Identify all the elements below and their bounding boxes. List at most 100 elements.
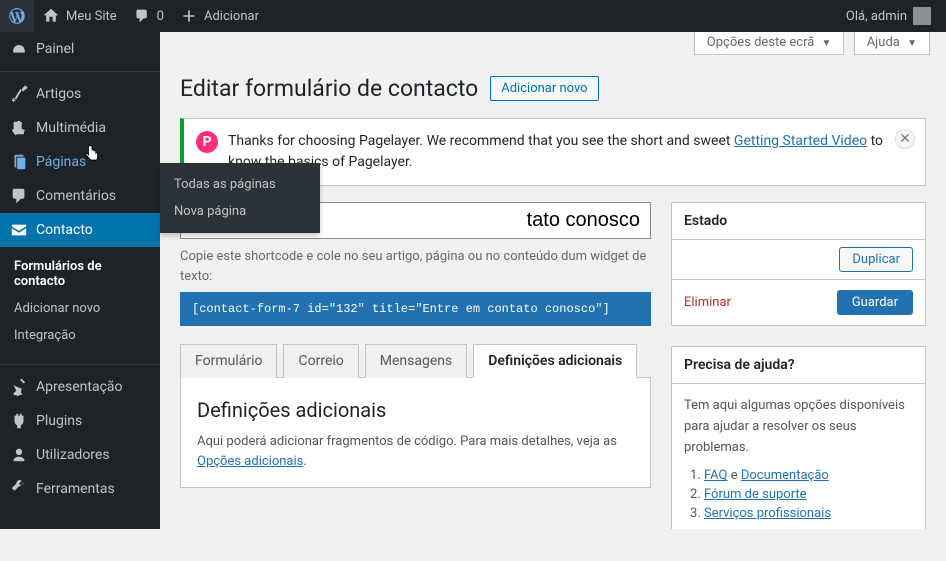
notice-text: Thanks for choosing Pagelayer. We recomm… [228,131,885,173]
comments-link[interactable]: 0 [125,0,172,32]
menu-users[interactable]: Utilizadores [0,438,160,472]
add-new-button[interactable]: Adicionar novo [490,76,598,101]
help-services-link[interactable]: Serviços profissionais [704,506,831,521]
wp-logo-button[interactable] [0,0,34,32]
status-footer: Eliminar Guardar [672,279,925,325]
help-box: Precisa de ajuda? Tem aqui algumas opçõe… [671,346,926,529]
plus-icon [180,7,198,25]
duplicate-button[interactable]: Duplicar [839,247,913,272]
main-content: Opções deste ecrã ▼ Ajuda ▼ Editar formu… [160,32,946,529]
admin-top-bar: Meu Site 0 Adicionar Olá, admin [0,0,946,32]
status-box: Estado Duplicar Eliminar Guardar [671,202,926,326]
tab-additional[interactable]: Definições adicionais [473,344,637,378]
appearance-icon [10,378,28,396]
help-links-list: FAQ e Documentação Fórum de suporte Serv… [684,468,913,521]
menu-posts[interactable]: Artigos [0,77,160,111]
comments-icon [10,187,28,205]
screen-meta: Opções deste ecrã ▼ Ajuda ▼ [160,32,946,55]
admin-sidebar: Painel Artigos Multimédia Páginas Coment… [0,32,160,529]
tools-icon [10,480,28,498]
flyout-all-pages[interactable]: Todas as páginas [160,171,320,198]
dismiss-button[interactable]: ✕ [895,129,915,149]
site-home-link[interactable]: Meu Site [34,0,125,32]
panel-heading: Definições adicionais [197,398,634,422]
side-column: Estado Duplicar Eliminar Guardar Precisa… [671,202,926,529]
menu-label: Apresentação [36,379,123,395]
panel-text: Aqui poderá adicionar fragmentos de códi… [197,432,634,471]
chevron-down-icon: ▼ [822,38,832,49]
screen-options-button[interactable]: Opções deste ecrã ▼ [694,32,845,55]
menu-media[interactable]: Multimédia [0,111,160,145]
contacto-submenu: Formulários de contacto Adicionar novo I… [0,247,160,359]
notice-text-before: Thanks for choosing Pagelayer. We recomm… [228,133,734,149]
help-body: Tem aqui algumas opções disponíveis para… [672,384,925,529]
shortcode-display[interactable]: [contact-form-7 id="132" title="Entre em… [180,292,651,326]
pages-icon [10,153,28,171]
help-docs-link[interactable]: Documentação [741,468,829,483]
help-item: Serviços profissionais [704,506,913,521]
pagelayer-logo-icon: P [196,131,218,153]
menu-label: Comentários [36,188,116,204]
menu-separator [0,71,160,72]
page-title: Editar formulário de contacto [180,75,478,102]
help-item: FAQ e Documentação [704,468,913,483]
menu-tools[interactable]: Ferramentas [0,472,160,506]
columns: Copie este shortcode e cole no seu artig… [180,202,926,529]
submenu-add[interactable]: Adicionar novo [0,295,160,322]
menu-label: Artigos [36,86,81,102]
menu-label: Contacto [36,222,93,238]
mail-icon [10,221,28,239]
tab-panel: Definições adicionais Aqui poderá adicio… [180,378,651,488]
plugins-icon [10,412,28,430]
add-new-label: Adicionar [204,9,259,24]
menu-label: Utilizadores [36,447,110,463]
page-title-row: Editar formulário de contacto Adicionar … [180,75,926,102]
submenu-integration[interactable]: Integração [0,322,160,349]
menu-dashboard[interactable]: Painel [0,32,160,66]
help-title: Precisa de ajuda? [672,347,925,384]
panel-text-before: Aqui poderá adicionar fragmentos de códi… [197,434,617,449]
tab-form[interactable]: Formulário [180,344,277,378]
content-wrap: Editar formulário de contacto Adicionar … [160,55,946,529]
menu-separator [0,364,160,365]
save-button[interactable]: Guardar [837,290,913,315]
dashboard-icon [10,40,28,58]
help-item: Fórum de suporte [704,487,913,502]
greeting-label: Olá, admin [846,9,907,24]
delete-link[interactable]: Eliminar [684,295,731,310]
tab-list: Formulário Correio Mensagens Definições … [180,344,651,378]
help-and: e [731,468,738,483]
panel-text-after: . [303,454,306,469]
menu-label: Painel [36,41,74,57]
menu-comments[interactable]: Comentários [0,179,160,213]
menu-plugins[interactable]: Plugins [0,404,160,438]
menu-contacto[interactable]: Contacto [0,213,160,247]
media-icon [10,119,28,137]
menu-label: Multimédia [36,120,106,136]
submenu-forms[interactable]: Formulários de contacto [0,253,160,295]
status-body: Duplicar [672,240,925,279]
comments-count: 0 [157,9,164,24]
account-link[interactable]: Olá, admin [846,7,931,25]
panel-link[interactable]: Opções adicionais [197,454,303,469]
help-label: Ajuda [867,35,900,50]
topbar-left-group: Meu Site 0 Adicionar [0,0,267,32]
tab-mail[interactable]: Correio [283,344,358,378]
menu-pages[interactable]: Páginas [0,145,160,179]
main-column: Copie este shortcode e cole no seu artig… [180,202,651,529]
help-forum-link[interactable]: Fórum de suporte [704,487,807,502]
tab-messages[interactable]: Mensagens [365,344,467,378]
screen-options-label: Opções deste ecrã [707,35,815,50]
flyout-new-page[interactable]: Nova página [160,198,320,225]
help-button[interactable]: Ajuda ▼ [854,32,930,55]
menu-label: Ferramentas [36,481,115,497]
menu-label: Páginas [36,154,86,170]
menu-label: Plugins [36,413,82,429]
menu-appearance[interactable]: Apresentação [0,370,160,404]
add-new-link[interactable]: Adicionar [172,0,267,32]
notice-link[interactable]: Getting Started Video [734,133,867,149]
home-icon [42,7,60,25]
pages-flyout: Todas as páginas Nova página [160,163,320,233]
chevron-down-icon: ▼ [907,38,917,49]
help-faq-link[interactable]: FAQ [704,468,727,483]
